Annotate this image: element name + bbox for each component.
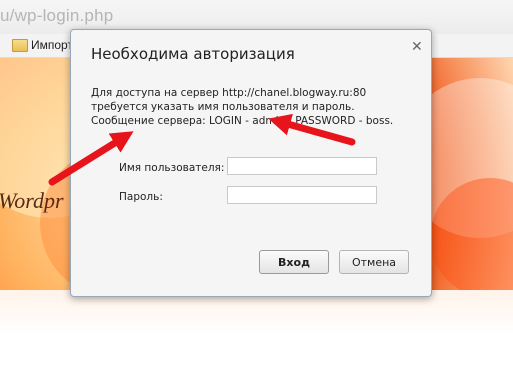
annotation-arrows bbox=[48, 113, 356, 186]
annotation-arrow bbox=[48, 131, 134, 186]
annotation-arrow bbox=[268, 113, 356, 146]
